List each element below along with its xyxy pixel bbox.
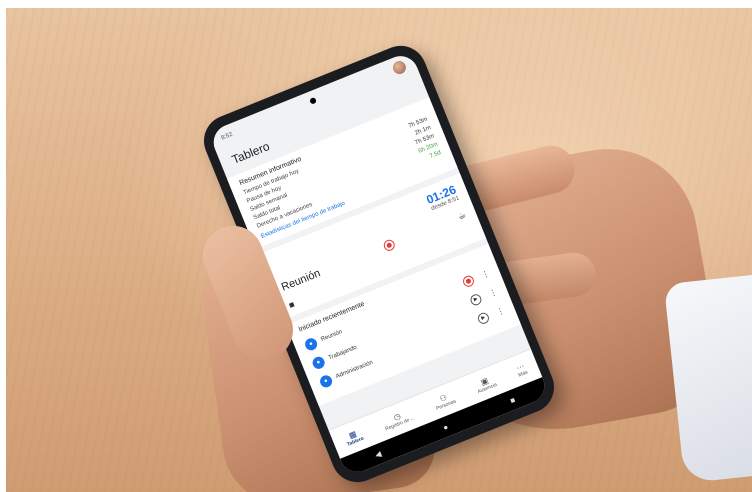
avatar[interactable] [390, 58, 408, 76]
activity-icon: ● [303, 336, 319, 353]
play-button[interactable]: ▶ [476, 310, 491, 326]
photo-scene: 8:52 Tablero Resumen informativo Tiempo … [6, 8, 752, 492]
activity-icon: ● [318, 373, 334, 390]
play-button[interactable]: ▶ [468, 292, 483, 307]
stop-record-button[interactable] [381, 237, 397, 253]
list-item-label: Administración [335, 359, 374, 381]
status-time: 8:52 [220, 131, 234, 142]
recents-icon[interactable]: ■ [509, 395, 517, 405]
nav-item-mas[interactable]: ⋯ Más [514, 361, 529, 378]
list-item-label: Reunión [320, 328, 344, 343]
more-vert-icon[interactable]: ⋮ [488, 287, 499, 298]
shirt-sleeve [663, 272, 752, 484]
nav-item-registro[interactable]: ◷ Registro de ... [381, 406, 415, 432]
nav-item-ausencia[interactable]: ▣ Ausencia [473, 373, 498, 394]
list-item-label: Trabajando [327, 344, 358, 362]
home-icon[interactable]: ● [442, 422, 450, 432]
more-vert-icon[interactable]: ⋮ [495, 305, 506, 316]
activity-icon: ● [310, 355, 327, 371]
coffee-icon[interactable]: ☕ [456, 209, 468, 222]
record-button[interactable] [461, 273, 476, 288]
stop-icon[interactable]: ■ [287, 299, 296, 310]
more-vert-icon[interactable]: ⋮ [480, 268, 491, 279]
nav-item-tablero[interactable]: ▦ Tablero [343, 427, 365, 448]
nav-item-personas[interactable]: ⚇ Personas [432, 390, 457, 411]
back-icon[interactable]: ◀ [373, 449, 382, 460]
